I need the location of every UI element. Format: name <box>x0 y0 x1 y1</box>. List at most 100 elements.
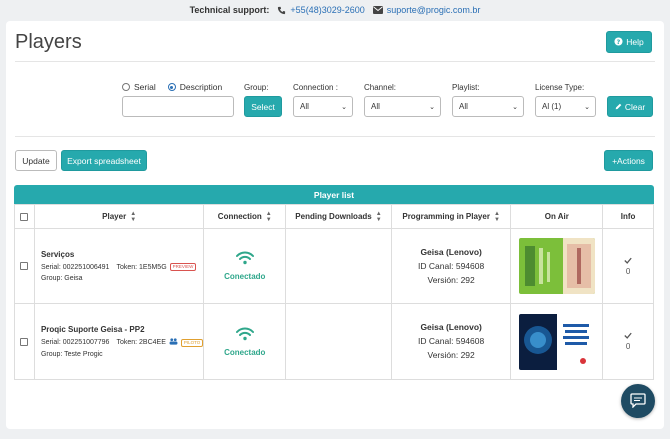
player-ids: Serial: 002251006491 Token: 1E5M5G PREVI… <box>40 263 197 271</box>
help-button[interactable]: ? Help <box>606 31 652 53</box>
player-name[interactable]: Serviços <box>41 250 74 259</box>
support-email[interactable]: suporte@progic.com.br <box>387 5 481 15</box>
connection-label: Connection : <box>293 83 338 92</box>
info-count: 0 <box>625 342 631 351</box>
svg-text:?: ? <box>617 38 621 45</box>
player-group: Group: Geisa <box>40 275 83 282</box>
phone-icon <box>277 6 286 15</box>
sort-icon: ▲ ▼ <box>493 210 500 223</box>
player-group: Group: Teste Progic <box>40 351 103 358</box>
playlist-select[interactable]: All ⌄ <box>452 96 524 117</box>
programming-name: Geisa (Lenovo) <box>420 246 482 257</box>
row-checkbox[interactable] <box>20 262 29 270</box>
chevron-down-icon: ⌄ <box>341 103 347 111</box>
pencil-icon <box>615 102 622 112</box>
programming-name: Geisa (Lenovo) <box>420 322 482 332</box>
chat-button[interactable] <box>621 384 655 418</box>
group-select-button[interactable]: Select <box>244 96 282 117</box>
header-programming[interactable]: Programming in Player ▲ ▼ <box>392 205 512 228</box>
pending-cell <box>286 304 392 379</box>
license-label: License Type: <box>535 83 585 92</box>
chevron-down-icon: ⌄ <box>429 103 435 111</box>
row-checkbox[interactable] <box>20 337 29 346</box>
connection-cell: Conectado <box>204 304 287 379</box>
player-table: Player ▲ ▼ Connection ▲ ▼ Pending Downloads ▲… <box>14 204 654 380</box>
header-connection[interactable]: Connection ▲ ▼ <box>204 205 287 228</box>
header-player-label: Player <box>102 212 127 221</box>
pilot-badge: PILOTO <box>180 338 204 347</box>
header-info-label: Info <box>620 212 636 221</box>
check-icon[interactable] <box>624 332 632 341</box>
header-pending[interactable]: Pending Downloads ▲ ▼ <box>286 205 392 228</box>
pending-cell <box>286 229 392 303</box>
wifi-icon <box>235 327 254 343</box>
clear-button[interactable]: Clear <box>607 96 653 117</box>
preview-badge: PREVIEW <box>169 263 197 271</box>
header-onair-label: On Air <box>544 212 569 221</box>
player-cell: Proqic Suporte Geisa - PP2 Serial: 00225… <box>35 304 205 379</box>
header-onair: On Air <box>511 205 604 228</box>
table-title: Player list <box>14 185 654 204</box>
header-player[interactable]: Player ▲ ▼ <box>35 205 205 228</box>
connection-cell: Conectado <box>204 229 287 303</box>
description-radio[interactable] <box>167 83 176 91</box>
group-icon <box>169 338 178 347</box>
player-cell: Serviços Serial: 002251006491 Token: 1E5… <box>35 229 205 303</box>
onair-cell <box>511 304 604 379</box>
update-button[interactable]: Update <box>15 150 57 171</box>
search-input[interactable] <box>122 96 234 117</box>
support-phone[interactable]: +55(48)3029-2600 <box>290 5 364 15</box>
table-header-row: Player ▲ ▼ Connection ▲ ▼ Pending Downloads ▲… <box>15 205 653 229</box>
actions-button[interactable]: +Actions <box>604 150 653 171</box>
channel-label: Channel: <box>364 83 397 92</box>
programming-cell: Geisa (Lenovo) ID Canal: 594608 Versión:… <box>392 304 512 379</box>
info-cell: 0 <box>603 229 653 303</box>
info-count: 0 <box>625 266 631 276</box>
programming-channel: ID Canal: 594608 <box>418 336 485 346</box>
table-row: Serviços Serial: 002251006491 Token: 1E5… <box>15 229 653 304</box>
chevron-down-icon: ⌄ <box>512 103 518 111</box>
divider <box>15 61 655 62</box>
row-select <box>15 229 35 303</box>
clear-label: Clear <box>624 101 646 112</box>
header-info: Info <box>603 205 653 228</box>
search-mode: Serial Description <box>122 82 222 92</box>
connection-status: Conectado <box>224 272 266 281</box>
serial-radio-label: Serial <box>134 82 156 92</box>
connection-select[interactable]: All ⌄ <box>293 96 353 117</box>
license-select[interactable]: Al (1) ⌄ <box>535 96 596 117</box>
table-row: Proqic Suporte Geisa - PP2 Serial: 00225… <box>15 304 653 379</box>
player-serial: Serial: 002251007796 <box>40 339 110 346</box>
player-token: Token: 1E5M5G <box>116 263 167 271</box>
onair-thumbnail[interactable] <box>518 313 595 370</box>
check-icon[interactable] <box>624 257 632 266</box>
channel-select[interactable]: All ⌄ <box>364 96 441 117</box>
programming-version: Versión: 292 <box>427 274 475 285</box>
select-all-checkbox[interactable] <box>20 212 29 221</box>
header-programming-label: Programming in Player <box>402 212 490 221</box>
player-name[interactable]: Proqic Suporte Geisa - PP2 <box>41 325 145 334</box>
programming-channel: ID Canal: 594608 <box>418 260 485 271</box>
serial-radio[interactable] <box>122 83 130 91</box>
wifi-icon <box>235 251 254 267</box>
license-value: Al (1) <box>542 102 562 111</box>
onair-thumbnail[interactable] <box>518 238 595 294</box>
info-cell: 0 <box>603 304 653 379</box>
player-serial: Serial: 002251006491 <box>40 263 110 271</box>
header-connection-label: Connection <box>217 212 262 221</box>
player-token: Token: 2BC4EE <box>116 339 166 346</box>
export-spreadsheet-button[interactable]: Export spreadsheet <box>61 150 147 171</box>
playlist-label: Playlist: <box>452 83 480 92</box>
programming-cell: Geisa (Lenovo) ID Canal: 594608 Versión:… <box>392 229 512 303</box>
header-select-all <box>15 205 35 228</box>
page-title: Players <box>15 31 82 53</box>
support-phone-link[interactable]: +55(48)3029-2600 <box>277 5 365 15</box>
question-circle-icon: ? <box>614 36 623 48</box>
divider <box>15 136 655 137</box>
sort-icon: ▲ ▼ <box>265 210 272 223</box>
channel-value: All <box>371 102 380 111</box>
row-select <box>15 304 35 379</box>
support-label: Technical support: <box>189 5 270 15</box>
support-email-link[interactable]: suporte@progic.com.br <box>372 5 481 15</box>
help-label: Help <box>626 37 644 47</box>
